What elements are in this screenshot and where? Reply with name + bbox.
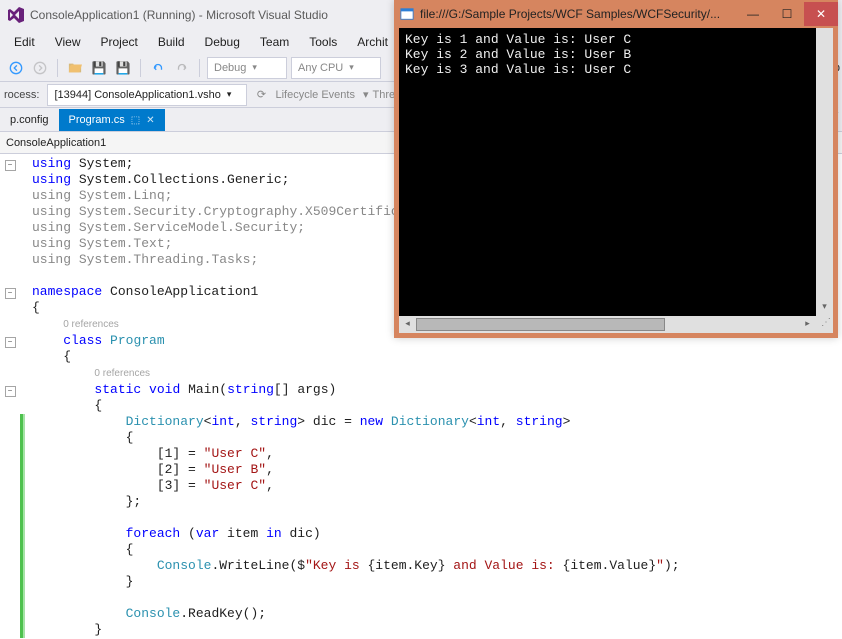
console-title-bar[interactable]: file:///G:/Sample Projects/WCF Samples/W…	[394, 0, 838, 28]
resize-grip-icon[interactable]: ⋰	[816, 316, 833, 333]
window-title: ConsoleApplication1 (Running) - Microsof…	[30, 8, 328, 22]
redo-icon[interactable]	[172, 58, 192, 78]
fold-icon[interactable]: −	[5, 288, 16, 299]
menu-build[interactable]: Build	[148, 32, 195, 52]
menu-edit[interactable]: Edit	[4, 32, 45, 52]
console-window[interactable]: file:///G:/Sample Projects/WCF Samples/W…	[394, 0, 838, 338]
codelens-ref[interactable]: 0 references	[94, 368, 150, 379]
menu-archit[interactable]: Archit	[347, 32, 398, 52]
fold-icon[interactable]: −	[5, 160, 16, 171]
console-title: file:///G:/Sample Projects/WCF Samples/W…	[420, 7, 736, 21]
pin-icon[interactable]: ⬚	[131, 115, 140, 126]
menu-tools[interactable]: Tools	[299, 32, 347, 52]
tab-program[interactable]: Program.cs ⬚ ✕	[59, 109, 165, 131]
menu-team[interactable]: Team	[250, 32, 299, 52]
codelens-ref[interactable]: 0 references	[63, 319, 119, 330]
horizontal-scrollbar[interactable]: ◂ ▸	[399, 316, 816, 333]
menu-view[interactable]: View	[45, 32, 91, 52]
close-button[interactable]: ✕	[804, 2, 838, 26]
app-icon	[400, 7, 414, 21]
minimize-button[interactable]: —	[736, 2, 770, 26]
menu-project[interactable]: Project	[90, 32, 147, 52]
tab-program-label: Program.cs	[69, 114, 125, 126]
nav-fwd-button[interactable]	[30, 58, 50, 78]
tab-config[interactable]: p.config	[0, 109, 59, 131]
lifecycle-label[interactable]: Lifecycle Events	[275, 89, 354, 101]
fold-icon[interactable]: −	[5, 337, 16, 348]
process-label: rocess:	[4, 89, 39, 101]
fold-icon[interactable]: −	[5, 386, 16, 397]
maximize-button[interactable]: ☐	[770, 2, 804, 26]
lifecycle-chevron-icon[interactable]: ▾	[363, 88, 369, 101]
separator	[199, 59, 200, 77]
solution-platform-combo[interactable]: Any CPU	[291, 57, 381, 79]
separator	[57, 59, 58, 77]
save-all-icon[interactable]: 💾	[113, 58, 133, 78]
undo-icon[interactable]	[148, 58, 168, 78]
console-output[interactable]: Key is 1 and Value is: User C Key is 2 a…	[399, 28, 833, 333]
process-combo[interactable]: [13944] ConsoleApplication1.vsho	[47, 84, 247, 106]
scroll-right-icon[interactable]: ▸	[799, 317, 816, 332]
vs-icon	[8, 7, 24, 23]
scroll-left-icon[interactable]: ◂	[399, 317, 416, 332]
open-file-icon[interactable]	[65, 58, 85, 78]
vertical-scrollbar[interactable]: ▴ ▾	[816, 28, 833, 316]
menu-debug[interactable]: Debug	[195, 32, 250, 52]
scroll-thumb[interactable]	[416, 318, 665, 331]
save-icon[interactable]: 💾	[89, 58, 109, 78]
nav-back-button[interactable]	[6, 58, 26, 78]
thread-label: Thre	[372, 89, 395, 101]
solution-config-combo[interactable]: Debug	[207, 57, 287, 79]
scroll-down-icon[interactable]: ▾	[816, 299, 833, 316]
close-icon[interactable]: ✕	[146, 115, 154, 126]
separator	[140, 59, 141, 77]
cycle-icon[interactable]: ⟳	[251, 85, 271, 105]
scope-dropdown[interactable]: ConsoleApplication1	[6, 137, 106, 149]
